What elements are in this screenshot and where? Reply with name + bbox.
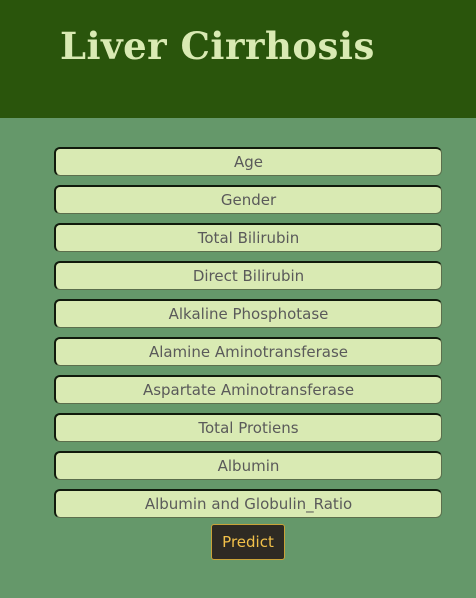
total-bilirubin-input[interactable] — [54, 223, 442, 252]
albumin-input[interactable] — [54, 451, 442, 480]
alamine-aminotransferase-input[interactable] — [54, 337, 442, 366]
prediction-form: Predict — [0, 0, 476, 598]
aspartate-aminotransferase-input[interactable] — [54, 375, 442, 404]
alkaline-phosphotase-input[interactable] — [54, 299, 442, 328]
age-input[interactable] — [54, 147, 442, 176]
predict-button[interactable]: Predict — [211, 524, 285, 560]
direct-bilirubin-input[interactable] — [54, 261, 442, 290]
total-protiens-input[interactable] — [54, 413, 442, 442]
albumin-globulin-ratio-input[interactable] — [54, 489, 442, 518]
gender-input[interactable] — [54, 185, 442, 214]
